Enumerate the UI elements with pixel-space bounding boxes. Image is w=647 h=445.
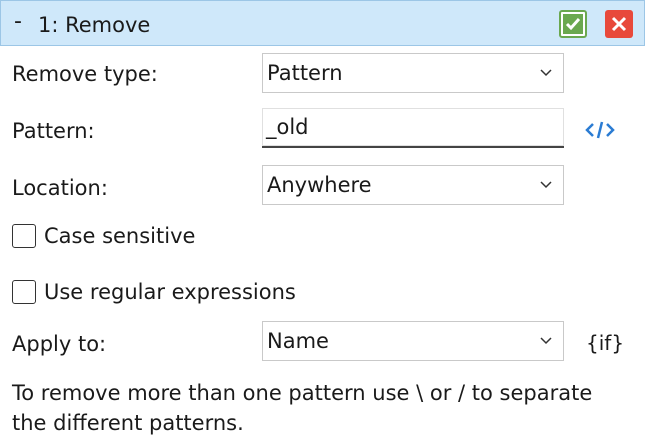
remove-type-value: Pattern <box>267 61 343 85</box>
location-label: Location: <box>12 176 108 200</box>
case-sensitive-checkbox[interactable] <box>12 224 36 248</box>
collapse-toggle[interactable]: - <box>14 11 22 33</box>
help-text: To remove more than one pattern use \ or… <box>12 381 593 435</box>
conditional-button[interactable]: {if} <box>586 330 624 356</box>
pattern-value: _old <box>266 115 309 139</box>
checkmark-icon <box>563 14 583 34</box>
chevron-down-icon <box>540 337 552 345</box>
code-icon[interactable] <box>584 118 616 142</box>
apply-to-select[interactable]: Name <box>262 321 564 361</box>
remove-type-label: Remove type: <box>12 62 158 86</box>
rule-title: 1: Remove <box>38 13 151 37</box>
pattern-input[interactable]: _old <box>262 108 564 148</box>
chevron-down-icon <box>540 181 552 189</box>
regex-label: Use regular expressions <box>44 280 296 304</box>
remove-rule-button[interactable] <box>605 10 633 38</box>
case-sensitive-label: Case sensitive <box>44 224 196 248</box>
rule-header: - 1: Remove <box>0 0 645 46</box>
pattern-label: Pattern: <box>12 119 95 143</box>
location-value: Anywhere <box>267 173 372 197</box>
chevron-down-icon <box>540 69 552 77</box>
close-icon <box>611 16 627 32</box>
location-select[interactable]: Anywhere <box>262 165 564 205</box>
remove-type-select[interactable]: Pattern <box>262 53 564 93</box>
apply-to-label: Apply to: <box>12 332 107 356</box>
regex-checkbox[interactable] <box>12 280 36 304</box>
confirm-button[interactable] <box>559 10 587 38</box>
apply-to-value: Name <box>267 329 329 353</box>
